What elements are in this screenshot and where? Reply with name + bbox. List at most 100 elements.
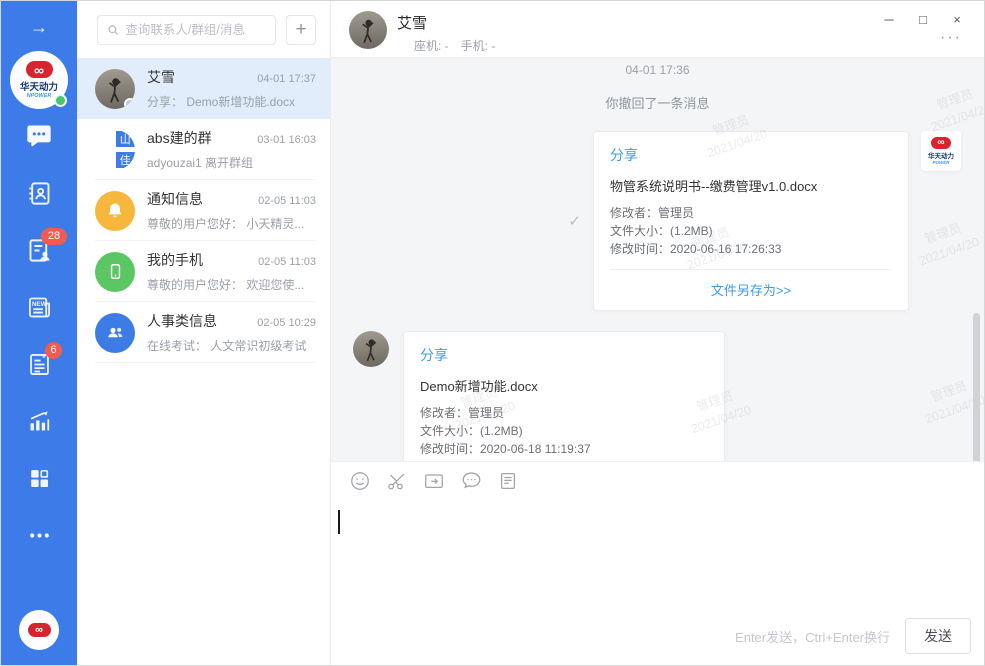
send-file-button[interactable]	[422, 469, 446, 493]
chat-bubble-icon	[25, 122, 53, 150]
share-card[interactable]: 分享 物管系统说明书--缴费管理v1.0.docx 修改者：管理员 文件大小：(…	[593, 131, 909, 311]
message-history-icon	[460, 469, 483, 492]
chat-time: 02-05 10:29	[257, 317, 316, 329]
emoji-button[interactable]	[348, 469, 372, 493]
chat-preview: 分享： Demo新增功能.docx	[147, 93, 316, 110]
minimize-button[interactable]: ─	[872, 7, 906, 31]
chat-meta: 艾雪 04-01 17:37 分享： Demo新增功能.docx	[147, 67, 316, 110]
newspaper-icon: NEW	[26, 294, 53, 321]
search-icon	[107, 23, 119, 37]
chat-list-item[interactable]: 山 佳 abs建的群 03-01 16:03 adyouzai1 离开群组	[77, 119, 330, 180]
chat-meta: abs建的群 03-01 16:03 adyouzai1 离开群组	[147, 128, 316, 171]
chat-meta: 人事类信息 02-05 10:29 在线考试： 人文常识初级考试	[147, 311, 316, 354]
ellipsis-icon	[27, 523, 52, 548]
scrollbar-thumb[interactable]	[973, 313, 980, 461]
chat-time: 02-05 11:03	[258, 256, 316, 268]
chat-name: abs建的群	[147, 128, 212, 148]
avatar-group: 山 佳	[95, 130, 135, 170]
contact-info: 座机: - 手机: -	[414, 37, 495, 54]
share-label: 分享	[610, 145, 892, 165]
chat-list-item[interactable]: 人事类信息 02-05 10:29 在线考试： 人文常识初级考试	[77, 302, 330, 363]
message-input[interactable]: Enter发送，Ctrl+Enter换行 发送	[331, 499, 984, 665]
nav-contacts-icon[interactable]	[25, 179, 53, 207]
contact-avatar	[353, 331, 389, 367]
chat-pane: 艾雪 座机: - 手机: - ─ □ × ··· 管理员2021/04/20 管…	[331, 1, 984, 665]
chat-list-item[interactable]: 我的手机 02-05 11:03 尊敬的用户您好： 欢迎您使...	[77, 241, 330, 302]
message-area: 管理员2021/04/20 管理员2021/04/20 管理员2021/04/2…	[331, 58, 984, 461]
composer-toolbar	[331, 461, 984, 499]
send-button[interactable]: 发送	[905, 618, 971, 654]
nav-notes-icon[interactable]: * 6	[25, 350, 53, 378]
bar-chart-icon	[26, 408, 53, 435]
nav-apps-icon[interactable]	[25, 464, 53, 492]
chat-name: 人事类信息	[147, 311, 217, 331]
read-check-icon: ✓	[568, 212, 581, 230]
composer-footer: Enter发送，Ctrl+Enter换行 发送	[735, 618, 971, 654]
notes-badge: 6	[45, 342, 62, 359]
share-card[interactable]: 分享 Demo新增功能.docx 修改者：管理员 文件大小：(1.2MB) 修改…	[403, 331, 725, 461]
chat-time: 04-01 17:37	[257, 73, 316, 85]
chat-meta: 我的手机 02-05 11:03 尊敬的用户您好： 欢迎您使...	[147, 250, 316, 293]
maximize-button[interactable]: □	[906, 7, 940, 31]
text-caret	[338, 510, 340, 534]
file-title: 物管系统说明书--缴费管理v1.0.docx	[610, 176, 892, 195]
send-hint: Enter发送，Ctrl+Enter换行	[735, 627, 890, 646]
save-as-link[interactable]: 文件另存为>>	[610, 280, 892, 299]
window-controls: ─ □ ×	[872, 7, 974, 31]
app-window: → ∞ 华天动力 NPOWER	[0, 0, 985, 666]
phone-icon	[106, 262, 125, 281]
chat-list-item[interactable]: 通知信息 02-05 11:03 尊敬的用户您好： 小天精灵...	[77, 180, 330, 241]
notes-button[interactable]	[496, 469, 520, 493]
file-meta: 修改者：管理员 文件大小：(1.2MB) 修改时间：2020-06-16 17:…	[610, 204, 892, 259]
chat-name: 艾雪	[147, 67, 175, 87]
infinity-logo-icon: ∞	[931, 137, 951, 149]
user-avatar-logo[interactable]: ∞ 华天动力 NPOWER	[10, 51, 68, 109]
group-tile-text: 山	[116, 131, 136, 147]
recall-notice: 你撤回了一条消息	[347, 93, 968, 112]
chat-preview: 尊敬的用户您好： 小天精灵...	[147, 215, 316, 232]
rail-footer-logo[interactable]: ∞	[19, 610, 59, 650]
svg-text:NEW: NEW	[31, 300, 46, 307]
svg-text:*: *	[41, 353, 45, 364]
collapse-arrow-icon[interactable]: →	[30, 17, 48, 39]
header-avatar[interactable]	[349, 11, 387, 49]
reports-badge: 28	[41, 228, 67, 245]
search-input[interactable]	[125, 23, 266, 37]
contact-name: 艾雪	[397, 12, 495, 33]
nav-messages-icon[interactable]	[25, 122, 53, 150]
person-silhouette-icon	[353, 331, 389, 367]
people-group-icon	[105, 322, 126, 343]
close-button[interactable]: ×	[940, 7, 974, 31]
chat-history-button[interactable]	[459, 469, 483, 493]
brand-sub: NPOWER	[27, 93, 52, 99]
chat-name: 我的手机	[147, 250, 203, 270]
more-options-icon[interactable]: ···	[940, 31, 962, 45]
person-silhouette-icon	[349, 11, 387, 49]
chat-time: 02-05 11:03	[258, 195, 316, 207]
search-box[interactable]	[97, 15, 276, 45]
add-button[interactable]: +	[286, 15, 316, 45]
file-meta: 修改者：管理员 文件大小：(1.2MB) 修改时间：2020-06-18 11:…	[420, 404, 708, 459]
chat-preview: adyouzai1 离开群组	[147, 154, 316, 171]
share-label: 分享	[420, 345, 708, 365]
divider	[610, 269, 892, 270]
header-text: 艾雪 座机: - 手机: -	[397, 11, 495, 54]
chat-list-panel: + 艾雪 04-01 17:37 分享： Demo新增功能.docx	[77, 1, 331, 665]
address-book-icon	[26, 180, 53, 207]
message-outgoing: ✓ 分享 物管系统说明书--缴费管理v1.0.docx 修改者：管理员 文件大小…	[347, 131, 968, 311]
nav-news-icon[interactable]: NEW	[25, 293, 53, 321]
nav-more-icon[interactable]	[25, 521, 53, 549]
nav-reports-icon[interactable]: 28	[25, 236, 53, 264]
nav-rail: → ∞ 华天动力 NPOWER	[1, 1, 77, 665]
chat-list-item[interactable]: 艾雪 04-01 17:37 分享： Demo新增功能.docx	[77, 58, 330, 119]
chat-header: 艾雪 座机: - 手机: - ─ □ × ···	[331, 1, 984, 58]
screenshot-button[interactable]	[385, 469, 409, 493]
infinity-logo-icon: ∞	[26, 61, 53, 78]
nav-stats-icon[interactable]	[25, 407, 53, 435]
grid-apps-icon	[27, 466, 52, 491]
avatar-notification	[95, 191, 135, 231]
chat-preview: 尊敬的用户您好： 欢迎您使...	[147, 276, 316, 293]
message-timestamp: 04-01 17:36	[347, 63, 968, 77]
infinity-logo-icon: ∞	[28, 623, 51, 637]
online-status-dot	[54, 94, 67, 107]
